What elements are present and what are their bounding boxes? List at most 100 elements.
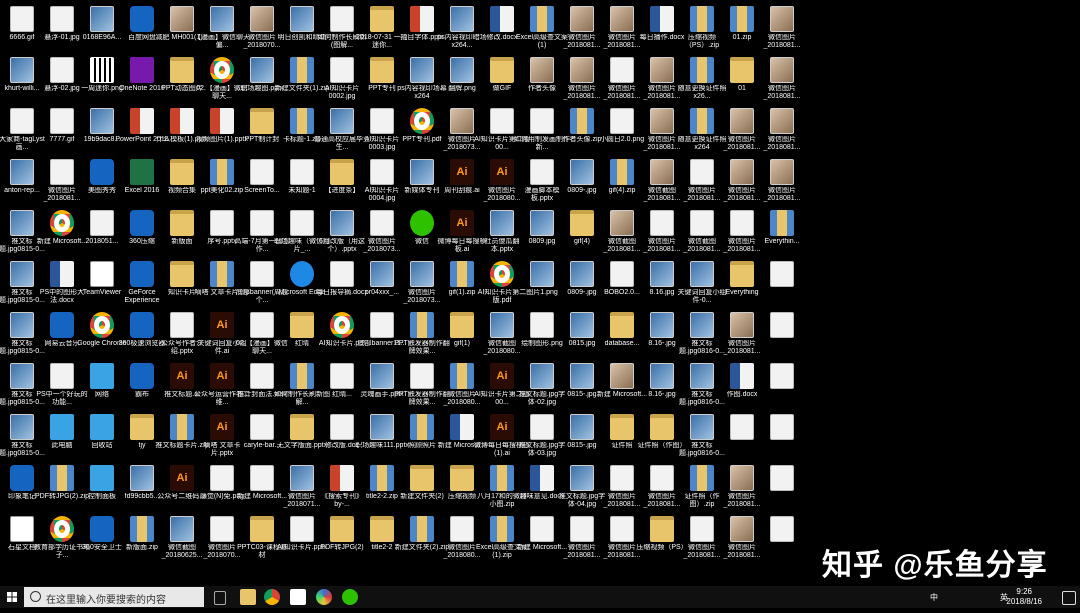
chrome-icon	[50, 210, 74, 236]
file-icon	[370, 108, 394, 134]
file-icon	[330, 6, 354, 32]
browser-taskbar-icon[interactable]	[316, 589, 332, 605]
img-icon	[10, 159, 34, 185]
file-icon	[610, 57, 634, 83]
file-icon	[530, 414, 554, 440]
img-icon	[570, 363, 594, 389]
file-icon	[330, 57, 354, 83]
taskbar-search-box[interactable]: 在这里输入你要搜索的内容	[24, 587, 204, 607]
desktop-icon[interactable]: 微信图片_2018081...	[762, 4, 802, 54]
file-icon	[490, 108, 514, 134]
desktop-icon-label	[754, 391, 810, 409]
file-icon	[770, 414, 794, 440]
app-icon	[130, 210, 154, 236]
file-icon	[530, 108, 554, 134]
file-icon	[50, 108, 74, 134]
img-icon	[530, 261, 554, 287]
file-icon	[610, 261, 634, 287]
ai-icon: Ai	[490, 414, 514, 440]
clock[interactable]: 9:26 2018/8/16	[1006, 587, 1042, 607]
photo-icon	[170, 6, 194, 32]
desktop-icon[interactable]: 微信图片_2018081...	[762, 55, 802, 105]
photo-icon	[530, 57, 554, 83]
search-placeholder: 在这里输入你要搜索的内容	[46, 595, 166, 606]
folder-icon	[410, 465, 434, 491]
file-icon	[770, 261, 794, 287]
folder-icon	[730, 261, 754, 287]
desktop-icon[interactable]: 微信图片_2018081...	[762, 106, 802, 156]
desktop-icon[interactable]	[762, 310, 802, 360]
desktop-icon-label	[754, 442, 810, 460]
folder-icon	[730, 57, 754, 83]
web-icon	[90, 261, 114, 287]
ai-icon: Ai	[170, 363, 194, 389]
ppt-icon	[410, 6, 434, 32]
img-icon	[490, 312, 514, 338]
desktop-icon[interactable]	[762, 463, 802, 513]
desktop-icon[interactable]	[762, 412, 802, 462]
desktop-icon[interactable]	[762, 514, 802, 564]
windows-start-icon[interactable]	[0, 586, 24, 608]
file-icon	[90, 210, 114, 236]
img-icon	[130, 465, 154, 491]
chrome-icon	[210, 57, 234, 83]
ai-icon: Ai	[490, 363, 514, 389]
ai-icon: Ai	[210, 414, 234, 440]
file-icon	[370, 210, 394, 236]
ai-icon: Ai	[450, 159, 474, 185]
desktop-icon[interactable]	[762, 259, 802, 309]
img-icon	[690, 261, 714, 287]
img-icon	[210, 6, 234, 32]
edge-icon	[290, 261, 314, 287]
app-icon	[10, 465, 34, 491]
folder-icon	[450, 312, 474, 338]
wechat-taskbar-icon[interactable]	[342, 589, 358, 605]
word-icon	[530, 465, 554, 491]
desktop-icon-label: 微信图片_2018081...	[763, 34, 801, 49]
file-icon	[530, 159, 554, 185]
zip-icon	[450, 363, 474, 389]
search-icon	[30, 591, 41, 602]
img-icon	[650, 312, 674, 338]
file-icon	[250, 312, 274, 338]
img-icon	[570, 261, 594, 287]
ime-indicator[interactable]: 中	[930, 592, 938, 603]
pc-icon	[90, 465, 114, 491]
microphone-icon[interactable]	[214, 591, 226, 605]
file-icon	[650, 465, 674, 491]
chrome-taskbar-icon[interactable]	[264, 589, 280, 605]
desktop-icon[interactable]	[762, 361, 802, 411]
notification-icon[interactable]	[1062, 591, 1076, 605]
img-icon	[650, 363, 674, 389]
file-icon	[210, 210, 234, 236]
img-icon	[450, 57, 474, 83]
word-icon	[650, 6, 674, 32]
photo-icon	[730, 159, 754, 185]
img-icon	[290, 465, 314, 491]
zip-icon	[410, 516, 434, 542]
onenote-icon	[130, 57, 154, 83]
wechat-icon	[410, 210, 434, 236]
photo-icon	[730, 108, 754, 134]
file-icon	[330, 363, 354, 389]
folder-icon	[370, 57, 394, 83]
zip-icon	[490, 465, 514, 491]
file-icon	[50, 57, 74, 83]
desktop-icon[interactable]: 微信图片_2018081...	[762, 157, 802, 207]
file-icon	[250, 414, 274, 440]
file-icon	[210, 516, 234, 542]
pc-icon	[90, 414, 114, 440]
desktop-icon[interactable]: Everythin...	[762, 208, 802, 258]
folder-icon	[170, 261, 194, 287]
teamviewer-taskbar-icon[interactable]	[290, 589, 306, 605]
zip-icon	[290, 108, 314, 134]
zip-icon	[370, 465, 394, 491]
photo-icon	[650, 57, 674, 83]
file-explorer-icon[interactable]	[240, 589, 256, 605]
word-icon	[490, 6, 514, 32]
zip-icon	[690, 108, 714, 134]
img-icon	[570, 159, 594, 185]
pc-icon	[50, 414, 74, 440]
img-icon	[370, 414, 394, 440]
desktop-icon-label: 微信图片_2018081...	[763, 187, 801, 202]
